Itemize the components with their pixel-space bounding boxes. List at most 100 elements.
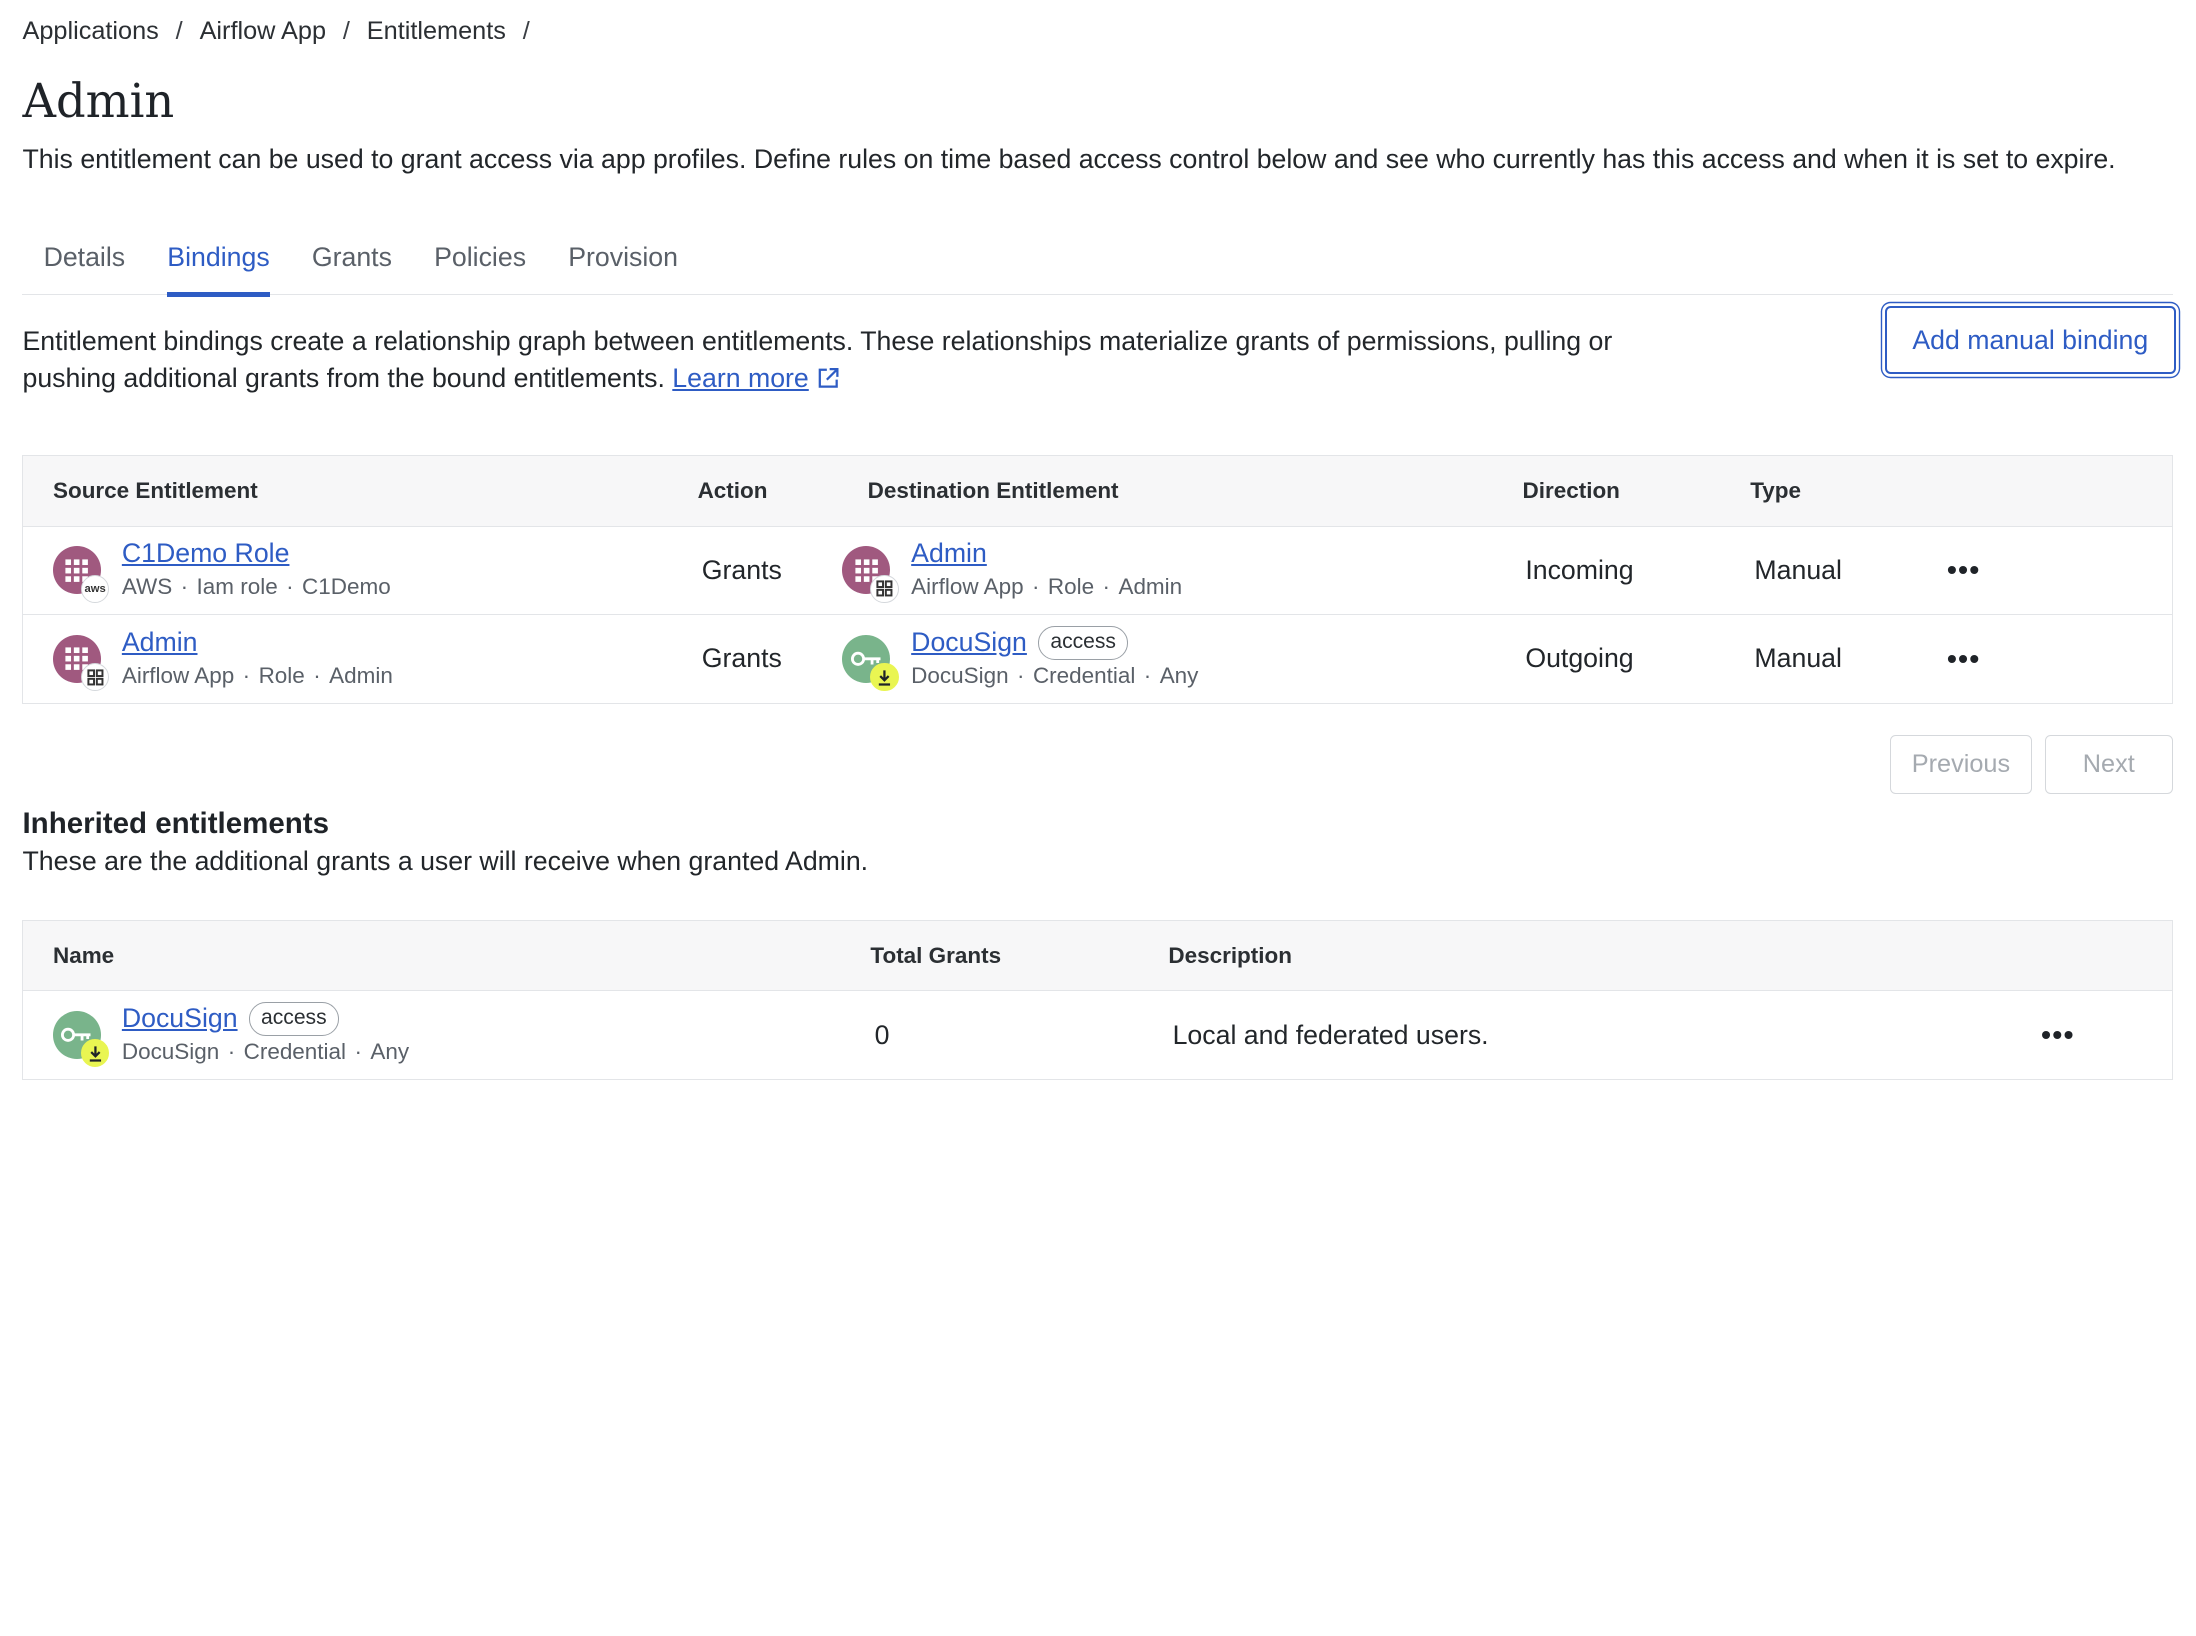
key-icon bbox=[52, 1011, 110, 1068]
meta-resource: Any bbox=[1159, 662, 1199, 688]
pagination: Previous Next bbox=[22, 734, 2173, 794]
learn-more-link[interactable]: Learn more bbox=[672, 363, 808, 393]
download-icon bbox=[870, 663, 899, 692]
direction-cell: Outgoing bbox=[1525, 643, 1634, 674]
destination-entitlement-link[interactable]: Admin bbox=[911, 537, 987, 571]
inherited-entitlements-subtitle: These are the additional grants a user w… bbox=[22, 843, 2172, 880]
aws-logo-icon: aws bbox=[81, 574, 110, 603]
subtitle-suffix: . bbox=[860, 845, 869, 876]
destination-entitlement-meta: Airflow App · Role · Admin bbox=[911, 574, 1183, 600]
column-source-entitlement: Source Entitlement bbox=[22, 455, 669, 527]
table-row: aws C1Demo Role AWS · Iam role · C1Demo Gran… bbox=[22, 526, 2173, 616]
row-actions-cell: ••• bbox=[2033, 991, 2173, 1080]
grid-icon bbox=[842, 546, 899, 603]
meta-app: Airflow App bbox=[121, 662, 235, 688]
source-entitlement-link[interactable]: Admin bbox=[122, 626, 198, 660]
total-grants-cell: 0 bbox=[874, 1019, 890, 1050]
page-description: This entitlement can be used to grant ac… bbox=[22, 143, 2116, 174]
inherited-entitlement-meta: DocuSign · Credential · Any bbox=[121, 1039, 410, 1065]
add-manual-binding-button[interactable]: Add manual binding bbox=[1885, 306, 2176, 374]
row-actions-cell: ••• bbox=[1934, 615, 2172, 704]
meta-resource-type: Role bbox=[1047, 574, 1095, 600]
inherited-entitlement-link[interactable]: DocuSign bbox=[122, 1002, 238, 1036]
meta-app: DocuSign bbox=[911, 662, 1009, 688]
breadcrumb-separator: / bbox=[175, 17, 183, 46]
source-entitlement-link[interactable]: C1Demo Role bbox=[122, 537, 290, 571]
meta-resource: Any bbox=[370, 1039, 410, 1065]
column-type: Type bbox=[1720, 455, 1935, 527]
meta-resource: Admin bbox=[1118, 574, 1183, 600]
breadcrumb-applications[interactable]: Applications bbox=[22, 17, 158, 46]
column-actions bbox=[2032, 920, 2173, 992]
destination-entitlement-cell: Admin Airflow App · Role · Admin bbox=[838, 526, 1494, 616]
column-name: Name bbox=[22, 920, 841, 992]
source-entitlement-meta: Airflow App · Role · Admin bbox=[121, 662, 393, 688]
column-total-grants: Total Grants bbox=[840, 920, 1139, 992]
tab-grants[interactable]: Grants bbox=[291, 225, 413, 295]
direction-cell: Incoming bbox=[1493, 526, 1721, 616]
meta-resource-type: Iam role bbox=[196, 574, 278, 600]
source-entitlement-meta: AWS · Iam role · C1Demo bbox=[121, 574, 391, 600]
breadcrumb-entitlements[interactable]: Entitlements bbox=[367, 17, 506, 46]
inherited-entitlements-table: Name Total Grants Description DocuSign ac… bbox=[22, 920, 2173, 1080]
meta-app: Airflow App bbox=[911, 574, 1024, 600]
next-page-button[interactable]: Next bbox=[2044, 734, 2173, 794]
column-action: Action bbox=[668, 455, 839, 527]
meta-resource: C1Demo bbox=[302, 574, 391, 600]
meta-app: DocuSign bbox=[121, 1039, 220, 1065]
breadcrumb-airflow-app[interactable]: Airflow App bbox=[200, 17, 326, 46]
subtitle-entitlement: Admin bbox=[785, 845, 861, 876]
entitlement-slug-badge: access bbox=[248, 1002, 339, 1036]
breadcrumb-separator: / bbox=[522, 17, 530, 46]
source-entitlement-cell: Admin Airflow App · Role · Admin bbox=[23, 615, 668, 704]
type-cell: Manual bbox=[1754, 643, 1842, 674]
table-header-row: Name Total Grants Description bbox=[22, 920, 2173, 992]
row-actions-cell: ••• bbox=[1934, 526, 2173, 616]
more-horizontal-icon[interactable]: ••• bbox=[1947, 643, 1981, 674]
more-horizontal-icon[interactable]: ••• bbox=[1947, 554, 1981, 585]
column-description: Description bbox=[1138, 920, 2033, 992]
grid-icon: aws bbox=[52, 546, 110, 603]
meta-resource-type: Credential bbox=[243, 1039, 347, 1065]
tab-policies[interactable]: Policies bbox=[413, 225, 547, 295]
entitlement-slug-badge: access bbox=[1038, 625, 1129, 660]
meta-resource-type: Credential bbox=[1032, 662, 1136, 688]
more-horizontal-icon[interactable]: ••• bbox=[2041, 1019, 2075, 1050]
page: Applications / Airflow App / Entitlement… bbox=[0, 0, 2195, 1164]
tab-bar: Details Bindings Grants Policies Provisi… bbox=[22, 225, 2173, 297]
meta-resource-type: Role bbox=[258, 662, 305, 688]
grid-icon bbox=[52, 634, 110, 692]
bindings-description: Entitlement bindings create a relationsh… bbox=[22, 323, 1652, 396]
subtitle-prefix: These are the additional grants a user w… bbox=[22, 845, 786, 876]
destination-entitlement-meta: DocuSign · Credential · Any bbox=[911, 662, 1199, 688]
column-actions bbox=[1934, 455, 2173, 527]
table-row: DocuSign access DocuSign · Credential · Any 0… bbox=[23, 991, 2172, 1080]
destination-entitlement-link[interactable]: DocuSign bbox=[911, 626, 1027, 660]
name-cell: DocuSign access DocuSign · Credential · Any bbox=[23, 991, 841, 1080]
column-destination-entitlement: Destination Entitlement bbox=[838, 455, 1494, 527]
app-grid-icon bbox=[81, 663, 110, 692]
type-cell: Manual bbox=[1720, 526, 1935, 616]
breadcrumb: Applications / Airflow App / Entitlement… bbox=[22, 0, 2172, 62]
bindings-table: Source Entitlement Action Destination En… bbox=[22, 455, 2173, 704]
tab-provision[interactable]: Provision bbox=[547, 225, 699, 295]
page-title: Admin bbox=[22, 73, 175, 128]
meta-app: AWS bbox=[121, 574, 173, 600]
source-entitlement-cell: aws C1Demo Role AWS · Iam role · C1Demo bbox=[22, 526, 669, 616]
bindings-intro: Entitlement bindings create a relationsh… bbox=[22, 306, 2176, 396]
table-row: Admin Airflow App · Role · Admin Grants Docu… bbox=[23, 615, 2172, 704]
description-cell: Local and federated users. bbox=[1172, 1019, 1489, 1050]
tab-details[interactable]: Details bbox=[22, 225, 146, 295]
meta-resource: Admin bbox=[329, 662, 393, 688]
download-icon bbox=[81, 1039, 110, 1068]
tab-bindings[interactable]: Bindings bbox=[146, 225, 291, 297]
table-header-row: Source Entitlement Action Destination En… bbox=[22, 455, 2173, 527]
column-direction: Direction bbox=[1493, 455, 1721, 527]
action-cell: Grants bbox=[668, 526, 839, 616]
previous-page-button[interactable]: Previous bbox=[1889, 734, 2033, 794]
action-cell: Grants bbox=[701, 643, 782, 674]
key-icon bbox=[842, 634, 899, 692]
breadcrumb-separator: / bbox=[342, 17, 350, 46]
external-link-icon[interactable] bbox=[817, 367, 839, 389]
app-grid-icon bbox=[870, 574, 899, 603]
